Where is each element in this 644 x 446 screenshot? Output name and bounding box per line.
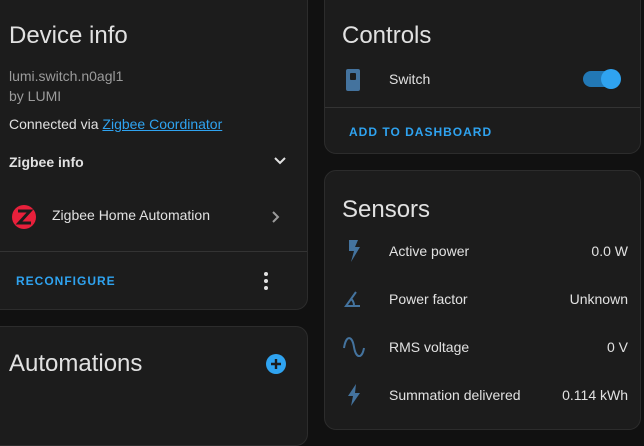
controls-card: Controls Switch ADD TO DASHBOARD [324, 0, 641, 154]
sensor-label: RMS voltage [389, 339, 470, 355]
divider [0, 251, 307, 252]
switch-label: Switch [389, 71, 431, 87]
device-info-title: Device info [9, 22, 128, 49]
sensor-value: 0 V [606, 339, 628, 355]
sensor-value: Unknown [569, 291, 628, 307]
sensor-label: Active power [389, 243, 470, 259]
light-switch-icon [346, 69, 360, 91]
zigbee-coordinator-link[interactable]: Zigbee Coordinator [102, 116, 222, 132]
sine-wave-icon [343, 337, 365, 357]
lightning-icon [348, 384, 360, 406]
zha-logo-icon [12, 205, 36, 229]
switch-toggle[interactable] [583, 69, 621, 89]
sensor-label: Power factor [389, 291, 468, 307]
chevron-down-icon [274, 157, 286, 165]
sensor-row-power-factor[interactable]: Power factor Unknown [325, 285, 640, 313]
integration-row[interactable]: Zigbee Home Automation [0, 199, 307, 249]
controls-title: Controls [342, 22, 432, 49]
sensors-card: Sensors Active power 0.0 W Power factor … [324, 170, 641, 430]
more-vert-icon[interactable] [263, 271, 269, 291]
add-automation-button[interactable] [265, 353, 287, 375]
device-model: lumi.switch.n0agl1 [9, 68, 124, 84]
device-info-card: Device info lumi.switch.n0agl1 by LUMI C… [0, 0, 308, 310]
zigbee-info-toggle[interactable]: Zigbee info [9, 154, 289, 170]
connected-label: Connected via [9, 116, 103, 132]
sensor-value: 0.0 W [591, 243, 628, 259]
flash-icon [349, 240, 360, 262]
zigbee-info-label: Zigbee info [9, 154, 84, 170]
sensors-title: Sensors [342, 196, 431, 223]
sensor-value: 0.114 kWh [562, 387, 628, 403]
add-to-dashboard-button[interactable]: ADD TO DASHBOARD [349, 125, 492, 139]
angle-icon [344, 291, 360, 307]
toggle-knob [601, 69, 621, 89]
device-manufacturer: by LUMI [9, 88, 62, 104]
divider [325, 107, 640, 108]
connected-via: Connected via Zigbee Coordinator [9, 116, 222, 132]
chevron-right-icon [272, 211, 280, 223]
automations-card: Automations [0, 326, 308, 446]
reconfigure-button[interactable]: RECONFIGURE [16, 274, 116, 288]
sensor-row-rms-voltage[interactable]: RMS voltage 0 V [325, 333, 640, 361]
integration-label: Zigbee Home Automation [52, 207, 210, 223]
automations-title: Automations [9, 350, 143, 377]
sensor-label: Summation delivered [389, 387, 521, 403]
sensor-row-summation-delivered[interactable]: Summation delivered 0.114 kWh [325, 381, 640, 409]
sensor-row-active-power[interactable]: Active power 0.0 W [325, 237, 640, 265]
